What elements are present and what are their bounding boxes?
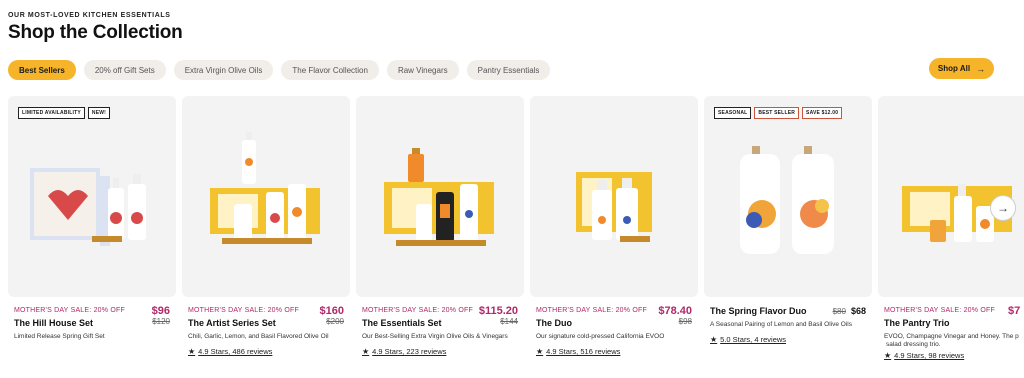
badge-limited: LIMITED AVAILABILITY — [18, 107, 85, 119]
product-image[interactable] — [182, 96, 350, 297]
star-icon: ★ — [188, 347, 196, 356]
product-card[interactable]: SEASONAL BEST SELLER SAVE $12.00 $80 $68… — [704, 96, 872, 344]
section-title: Shop the Collection — [8, 22, 183, 43]
product-image[interactable]: LIMITED AVAILABILITY NEW! — [8, 96, 176, 297]
star-icon: ★ — [362, 347, 370, 356]
original-price: $98 — [678, 317, 692, 326]
sale-price: $78.40 — [658, 305, 692, 317]
product-description: Limited Release Spring Gift Set — [14, 333, 105, 340]
rating-text: 4.9 Stars, 98 reviews — [894, 351, 965, 360]
sale-label: MOTHER'S DAY SALE: 20% OFF — [14, 307, 125, 314]
tab-pantry-essentials[interactable]: Pantry Essentials — [466, 60, 551, 80]
product-description: Our signature cold-pressed California EV… — [536, 333, 665, 340]
original-price: $120 — [152, 317, 170, 326]
product-image[interactable]: SEASONAL BEST SELLER SAVE $12.00 — [704, 96, 872, 297]
tab-flavor-collection[interactable]: The Flavor Collection — [281, 60, 379, 80]
star-icon: ★ — [710, 335, 718, 344]
original-price: $80 — [832, 307, 846, 316]
star-icon: ★ — [536, 347, 544, 356]
product-card[interactable]: MOTHER'S DAY SALE: 20% OFF $78.40 $98 Th… — [530, 96, 698, 356]
section-eyebrow: OUR MOST-LOVED KITCHEN ESSENTIALS — [8, 12, 171, 19]
rating-text: 4.9 Stars, 486 reviews — [198, 347, 273, 356]
tab-gift-sets[interactable]: 20% off Gift Sets — [83, 60, 166, 80]
product-name[interactable]: The Essentials Set — [362, 318, 442, 328]
sale-price: $68 — [850, 306, 866, 316]
shop-all-button[interactable]: Shop All → — [929, 58, 994, 79]
product-rating[interactable]: ★ 4.9 Stars, 486 reviews — [188, 347, 272, 356]
spring-flavor-duo-illustration — [740, 146, 834, 254]
product-description: A Seasonal Pairing of Lemon and Basil Ol… — [710, 321, 852, 328]
sale-price: $96 — [151, 305, 170, 317]
product-card[interactable]: MOTHER'S DAY SALE: 20% OFF $115.20 $144 … — [356, 96, 524, 356]
filter-tabs: Best Sellers 20% off Gift Sets Extra Vir… — [8, 60, 551, 80]
rating-text: 4.9 Stars, 516 reviews — [546, 347, 621, 356]
product-card[interactable]: LIMITED AVAILABILITY NEW! MOTHER'S DAY S… — [8, 96, 176, 340]
product-name[interactable]: The Pantry Trio — [884, 318, 950, 328]
original-price: $200 — [326, 317, 344, 326]
product-description: EVOO, Champagne Vinegar and Honey. The p — [884, 333, 1019, 340]
sale-price: $115.20 — [478, 305, 518, 317]
product-rating[interactable]: ★ 4.9 Stars, 516 reviews — [536, 347, 620, 356]
shop-all-label: Shop All — [937, 64, 971, 73]
arrow-right-icon: → — [976, 63, 986, 74]
product-rating[interactable]: ★ 4.9 Stars, 223 reviews — [362, 347, 446, 356]
product-image[interactable] — [356, 96, 524, 297]
badge-new: NEW! — [87, 107, 111, 119]
essentials-set-illustration — [384, 148, 494, 246]
tab-olive-oils[interactable]: Extra Virgin Olive Oils — [173, 60, 274, 80]
badge-savings: SAVE $12.00 — [802, 107, 843, 119]
sale-label: MOTHER'S DAY SALE: 20% OFF — [536, 307, 647, 314]
product-rating[interactable]: ★ 4.9 Stars, 98 reviews — [884, 351, 964, 360]
product-rating[interactable]: ★ 5.0 Stars, 4 reviews — [710, 335, 786, 344]
product-description-continued: salad dressing trio. — [886, 341, 941, 348]
product-name[interactable]: The Artist Series Set — [188, 318, 276, 328]
sale-price: $160 — [319, 305, 344, 317]
price-line: $80 $68 — [833, 306, 866, 316]
artist-series-illustration — [210, 132, 320, 244]
product-image[interactable] — [530, 96, 698, 297]
tab-best-sellers[interactable]: Best Sellers — [8, 60, 76, 80]
sale-label: MOTHER'S DAY SALE: 20% OFF — [188, 307, 299, 314]
product-name[interactable]: The Spring Flavor Duo — [710, 306, 807, 316]
product-name[interactable]: The Duo — [536, 318, 572, 328]
sale-label: MOTHER'S DAY SALE: 20% OFF — [362, 307, 473, 314]
tab-raw-vinegars[interactable]: Raw Vinegars — [386, 60, 459, 80]
rating-text: 4.9 Stars, 223 reviews — [372, 347, 447, 356]
rating-text: 5.0 Stars, 4 reviews — [720, 335, 787, 344]
star-icon: ★ — [884, 351, 892, 360]
hill-house-set-illustration — [30, 168, 146, 246]
sale-label: MOTHER'S DAY SALE: 20% OFF — [884, 307, 995, 314]
carousel-next-button[interactable]: → — [990, 195, 1016, 221]
sale-price: $7 — [1008, 305, 1021, 317]
product-card[interactable]: MOTHER'S DAY SALE: 20% OFF $160 $200 The… — [182, 96, 350, 356]
badge-best-seller: BEST SELLER — [754, 107, 800, 119]
product-description: Chili, Garlic, Lemon, and Basil Flavored… — [188, 333, 329, 340]
original-price: $144 — [500, 317, 518, 326]
duo-illustration — [576, 172, 652, 242]
arrow-right-icon: → — [997, 201, 1009, 215]
badge-seasonal: SEASONAL — [714, 107, 752, 119]
product-description: Our Best-Selling Extra Virgin Olive Oils… — [362, 333, 508, 340]
product-name[interactable]: The Hill House Set — [14, 318, 93, 328]
